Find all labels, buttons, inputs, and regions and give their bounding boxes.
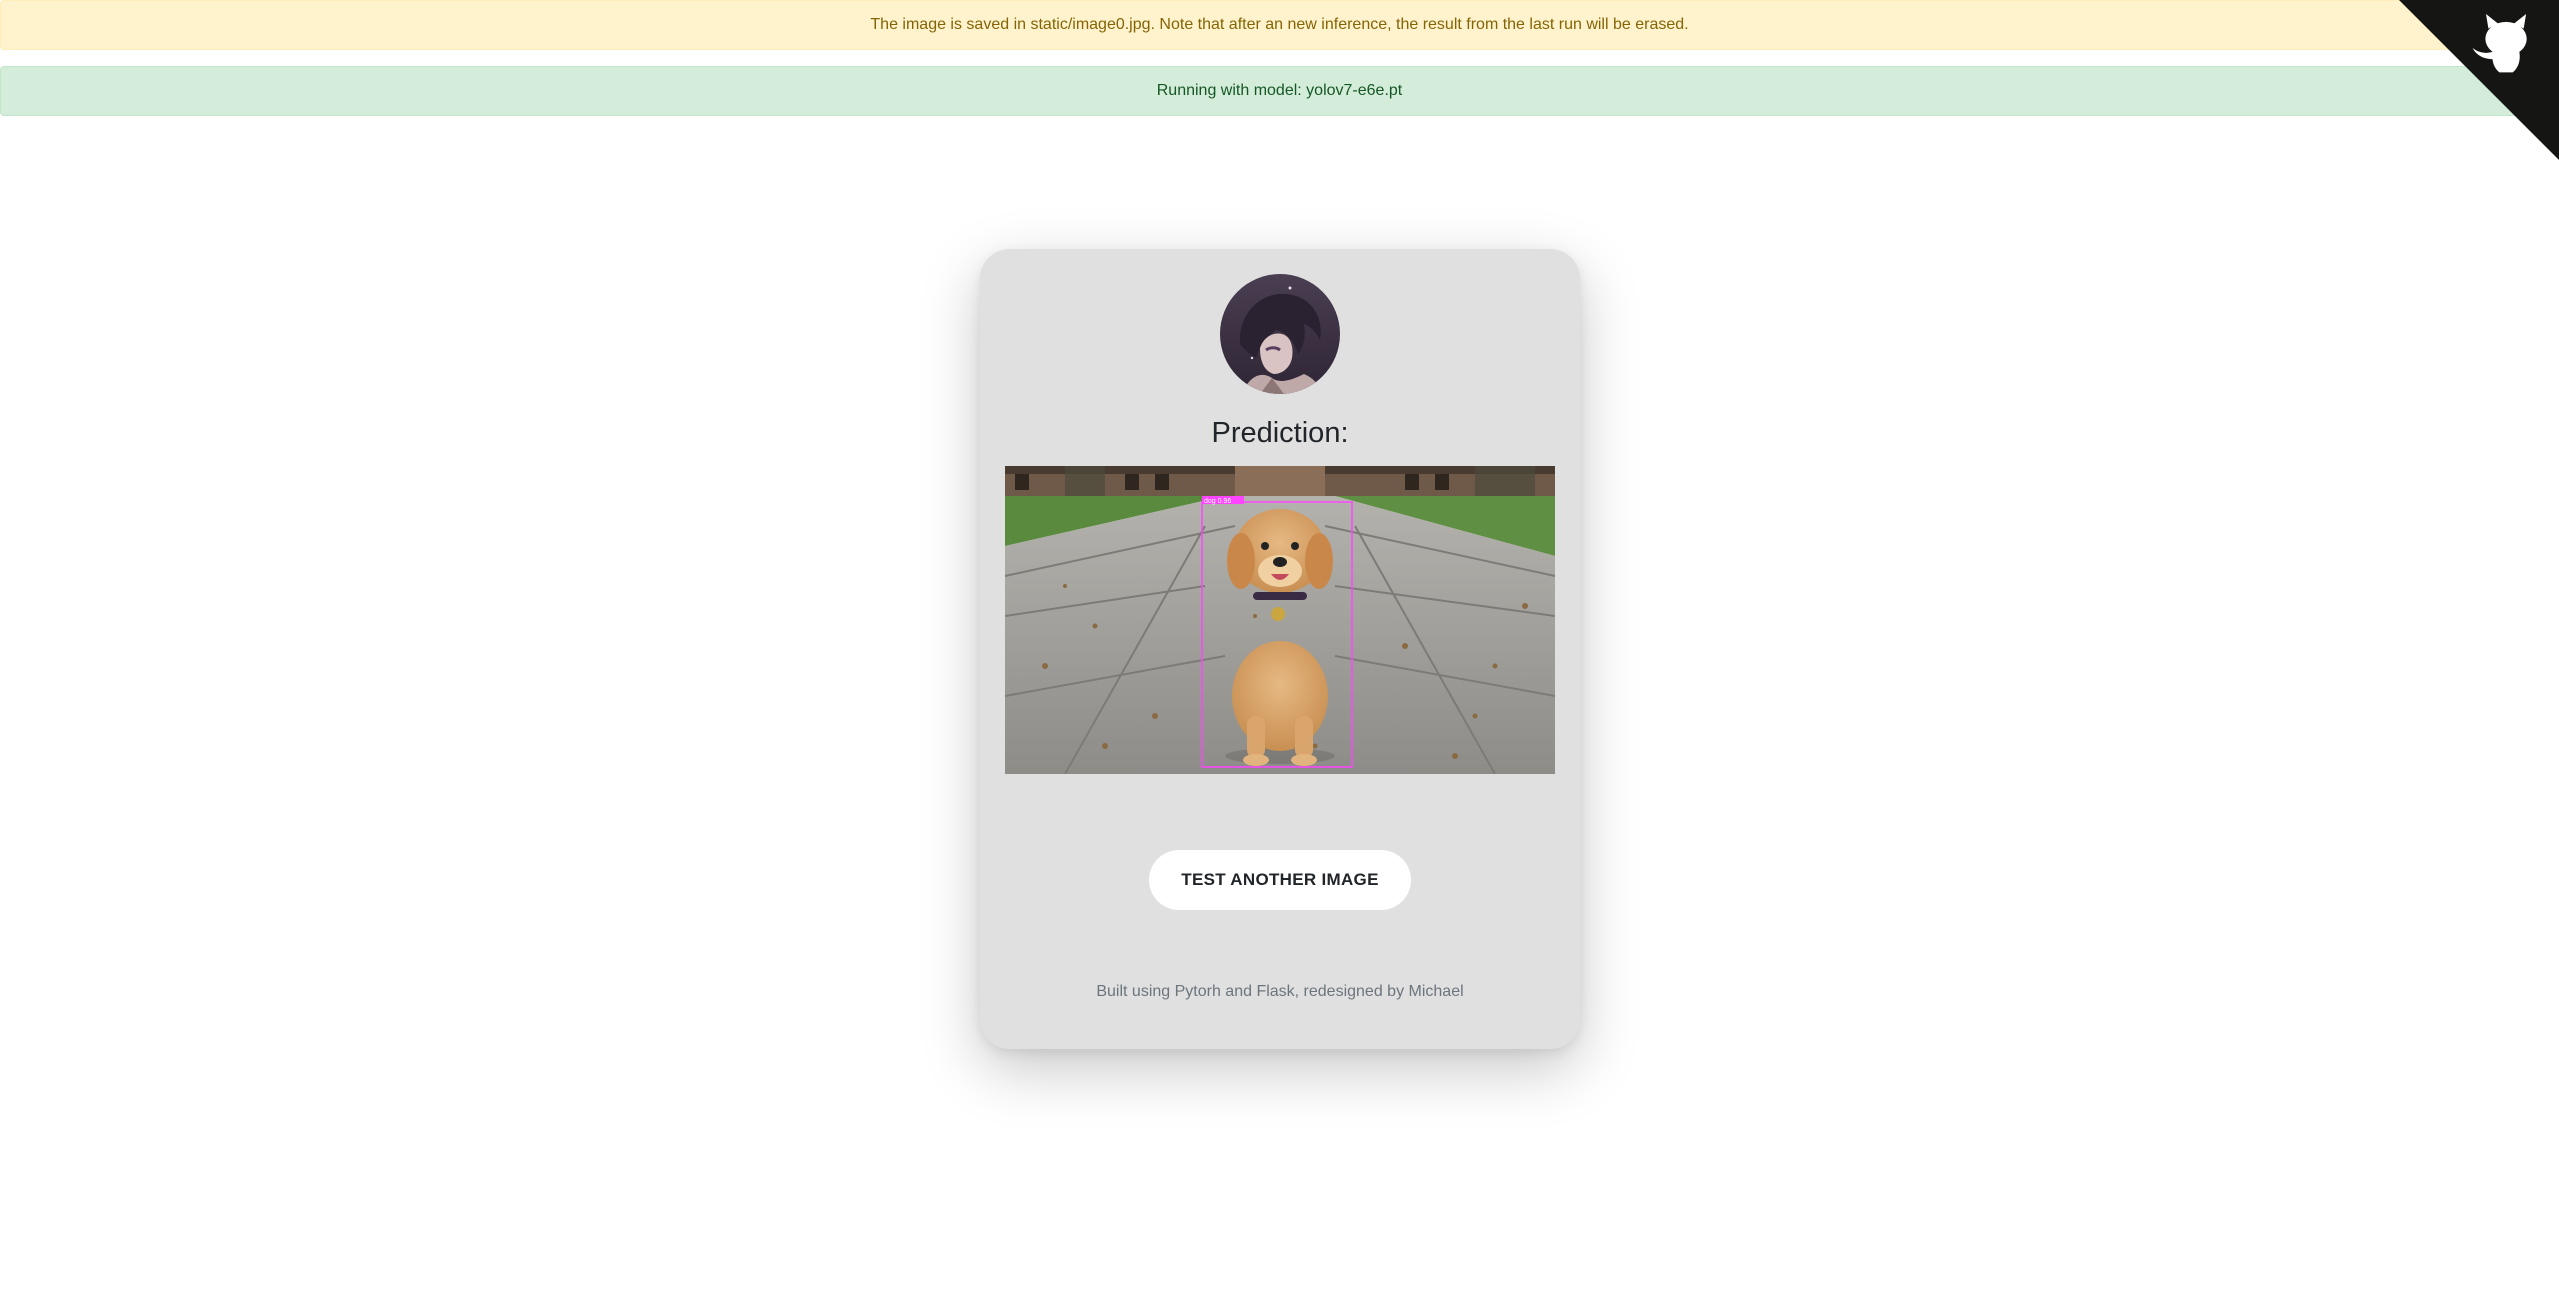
avatar — [1220, 274, 1340, 394]
footer-credit: Built using Pytorh and Flask, redesigned… — [1096, 983, 1464, 1000]
test-another-image-button[interactable]: TEST ANOTHER IMAGE — [1149, 850, 1411, 910]
warning-alert-text: The image is saved in static/image0.jpg.… — [870, 16, 1689, 33]
github-octocat-icon — [2399, 0, 2559, 160]
github-corner-link[interactable] — [2399, 0, 2559, 160]
model-status-alert: Running with model: yolov7-e6e.pt — [0, 66, 2559, 116]
anime-avatar-image — [1220, 274, 1340, 394]
model-status-text: Running with model: yolov7-e6e.pt — [1156, 82, 1403, 99]
prediction-result-image: dog 0.96 — [1005, 466, 1555, 774]
detection-label: dog 0.96 — [1204, 498, 1231, 505]
prediction-title: Prediction: — [1211, 417, 1349, 449]
prediction-card: Prediction: dog 0.96 TEST ANOTHER IMAGE … — [980, 249, 1580, 1049]
dog-detection-photo: dog 0.96 — [1005, 466, 1555, 774]
warning-alert: The image is saved in static/image0.jpg.… — [0, 0, 2559, 50]
